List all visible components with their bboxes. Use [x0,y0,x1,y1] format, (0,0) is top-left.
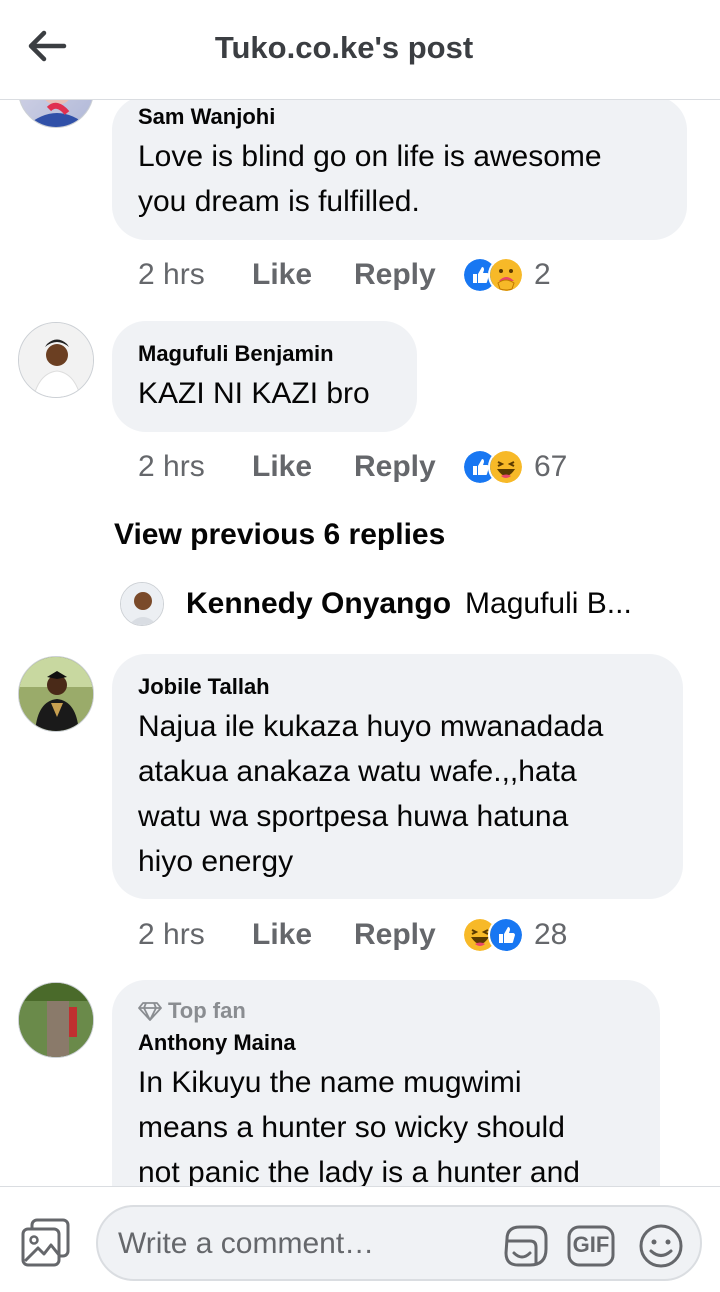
comment-text: In Kikuyu the name mugwimi means a hunte… [138,1066,580,1186]
reaction-icons[interactable] [462,449,524,485]
like-button[interactable]: Like [252,918,354,952]
view-previous-replies-link[interactable]: View previous 6 replies [114,518,445,552]
comment-bubble[interactable]: Jobile Tallah Najua ile kukaza huyo mwan… [112,654,683,899]
reaction-icons[interactable] [462,917,524,953]
comment-text: KAZI NI KAZI bro [138,377,370,410]
comment-text: Love is blind go on life is awesome you … [138,140,602,218]
comment-author[interactable]: Anthony Maina [138,1030,634,1056]
avatar[interactable] [18,322,94,398]
comment-actions: 2 hrs Like Reply 28 [138,915,567,955]
comment-placeholder: Write a comment… [118,1227,375,1260]
comment-bubble[interactable]: Magufuli Benjamin KAZI NI KAZI bro [112,321,417,432]
top-fan-badge: Top fan [138,998,634,1024]
reply-button[interactable]: Reply [354,450,462,484]
avatar-photo [19,323,93,397]
top-bar: Tuko.co.ke's post [0,0,720,100]
comment-input[interactable]: Write a comment… GIF [96,1205,702,1281]
comment-timestamp[interactable]: 2 hrs [138,258,252,292]
reaction-count[interactable]: 28 [534,918,567,952]
diamond-icon [138,1002,162,1021]
comment-actions: 2 hrs Like Reply 67 [138,447,567,487]
emoji-icon [639,1224,683,1268]
comment-bubble[interactable]: Sam Wanjohi Love is blind go on life is … [112,100,687,240]
comments-list[interactable]: Sam Wanjohi Love is blind go on life is … [0,100,720,1186]
page-title: Tuko.co.ke's post [214,30,474,65]
emoji-button[interactable] [636,1221,686,1271]
reply-preview[interactable]: Kennedy Onyango Magufuli B... [120,582,632,626]
comment-composer: Write a comment… GIF [0,1186,720,1292]
reply-text: Magufuli B... [465,587,632,620]
comment-text: Najua ile kukaza huyo mwanadada atakua a… [138,710,604,878]
sticker-icon [504,1225,548,1267]
gif-button[interactable]: GIF [566,1221,616,1271]
comment-timestamp[interactable]: 2 hrs [138,918,252,952]
reply-author: Kennedy Onyango [186,587,452,620]
reply-button[interactable]: Reply [354,258,462,292]
comment-actions: 2 hrs Like Reply 2 [138,255,551,295]
avatar[interactable] [18,982,94,1058]
comment-author[interactable]: Jobile Tallah [138,674,657,700]
haha-reaction-icon [488,449,524,485]
care-reaction-icon [488,257,524,293]
comment-author[interactable]: Magufuli Benjamin [138,341,391,367]
reaction-count[interactable]: 2 [534,258,551,292]
avatar[interactable] [18,100,94,128]
like-button[interactable]: Like [252,258,354,292]
avatar[interactable] [18,656,94,732]
like-reaction-icon [488,917,524,953]
comment-author[interactable]: Sam Wanjohi [138,104,661,130]
photo-icon [21,1218,70,1267]
avatar-photo [19,657,93,731]
gif-label: GIF [572,1232,610,1257]
comment-timestamp[interactable]: 2 hrs [138,450,252,484]
photo-button[interactable] [20,1217,72,1269]
like-button[interactable]: Like [252,450,354,484]
reaction-icons[interactable] [462,257,524,293]
comment-bubble[interactable]: Top fan Anthony Maina In Kikuyu the name… [112,980,660,1186]
avatar-photo [25,100,89,127]
avatar [120,582,164,626]
reaction-count[interactable]: 67 [534,450,567,484]
avatar-photo [19,983,93,1057]
avatar-sticker-button[interactable] [500,1221,550,1271]
reply-button[interactable]: Reply [354,918,462,952]
avatar-photo [121,583,163,625]
